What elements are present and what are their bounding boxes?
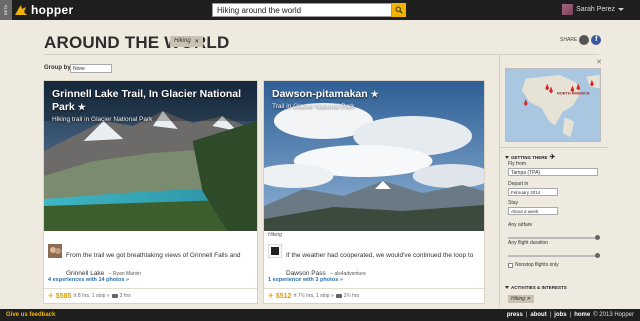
footer-link-home[interactable]: home — [574, 312, 590, 318]
activities-heading: ACTIVITIES & INTERESTS — [511, 285, 567, 290]
top-bar: BETA hopper Sarah Perez — [0, 0, 640, 20]
facebook-share-icon[interactable]: f — [591, 35, 602, 45]
stay-select[interactable]: About a week — [508, 207, 558, 215]
groupby-label: Group by — [44, 65, 71, 71]
plane-icon: ✈ — [48, 293, 54, 300]
car-icon — [111, 294, 118, 298]
avatar — [562, 4, 574, 15]
review-text: From the trail we got breathtaking views… — [66, 252, 241, 277]
activity-tag: Hiking — [268, 232, 282, 238]
chevron-down-icon — [505, 286, 509, 289]
place-photo[interactable]: Dawson-pitamakan ★ Trail in Glacier Nati… — [264, 81, 484, 231]
filter-tag[interactable]: Hiking ✕ — [170, 36, 203, 47]
close-icon[interactable]: ✕ — [596, 58, 602, 66]
star-icon[interactable]: ★ — [78, 102, 86, 112]
star-icon[interactable]: ★ — [371, 89, 379, 99]
filter-tag-label: Hiking — [174, 38, 191, 44]
close-icon[interactable]: ✕ — [526, 296, 530, 302]
reviewer-avatar — [268, 244, 282, 258]
review-snippet: From the trail we got breathtaking views… — [48, 244, 251, 280]
nonstop-label: Nonstop flights only — [515, 262, 559, 268]
travel-info: ✈ $512 rt 7½ hrs, 1 stop » 2¾ hrs — [264, 288, 484, 303]
rabbit-logo-icon — [15, 5, 27, 15]
place-title[interactable]: Dawson-pitamakan ★ Trail in Glacier Nati… — [272, 88, 476, 111]
place-title[interactable]: Grinnell Lake Trail, In Glacier National… — [52, 88, 249, 124]
fly-from-label: Fly from — [508, 161, 527, 167]
experiences-link[interactable]: 1 experience with 3 photos » — [268, 277, 343, 283]
share-label: SHARE — [560, 37, 578, 43]
depart-select[interactable]: February 2014 — [508, 188, 558, 196]
place-title-text: Dawson-pitamakan — [272, 88, 368, 100]
getting-there-section[interactable]: GETTING THERE ✈ — [505, 153, 555, 161]
map[interactable]: NORTH AMERICA — [505, 68, 601, 142]
place-subtitle: Trail in Glacier National Park — [272, 103, 355, 110]
flight-details[interactable]: rt 8 hrs, 1 stop » — [73, 293, 109, 299]
footer-link-press[interactable]: press — [507, 312, 523, 318]
slider-handle[interactable] — [595, 253, 600, 258]
checkbox[interactable] — [508, 262, 513, 268]
drive-time[interactable]: 3 hrs — [120, 293, 131, 299]
plane-icon: ✈ — [549, 154, 556, 161]
review-snippet: If the weather had cooperated, we would'… — [268, 244, 478, 280]
activity-filter-tag[interactable]: Hiking ✕ — [508, 295, 534, 303]
close-icon[interactable]: ✕ — [194, 38, 199, 45]
flight-details[interactable]: rt 7½ hrs, 1 stop » — [293, 293, 333, 299]
reviewer-avatar — [48, 244, 62, 258]
search-input[interactable] — [212, 3, 392, 17]
duration-slider[interactable] — [508, 253, 600, 258]
email-share-icon[interactable] — [579, 35, 590, 45]
share-bar: SHARE f — [560, 35, 602, 45]
footer-link-about[interactable]: about — [530, 312, 546, 318]
footer-link-jobs[interactable]: jobs — [554, 312, 566, 318]
getting-there-heading: GETTING THERE — [511, 154, 548, 160]
car-icon — [335, 294, 342, 298]
place-card[interactable]: Grinnell Lake Trail, In Glacier National… — [43, 80, 258, 304]
groupby-select[interactable]: None — [70, 64, 112, 73]
flight-price[interactable]: $512 — [276, 293, 292, 300]
feedback-link[interactable]: Give us feedback — [6, 312, 55, 318]
search-icon — [395, 6, 403, 14]
drive-time[interactable]: 2¾ hrs — [344, 293, 359, 299]
chevron-down-icon — [505, 155, 509, 159]
chevron-down-icon — [618, 8, 624, 11]
plane-icon: ✈ — [268, 293, 274, 300]
depart-label: Depart in — [508, 181, 529, 187]
world-map-image: NORTH AMERICA — [506, 69, 600, 141]
fly-from-field[interactable]: Tampa (TPA) — [508, 168, 598, 176]
travel-info: ✈ $585 rt 8 hrs, 1 stop » 3 hrs — [44, 288, 257, 303]
hopper-logo[interactable]: hopper — [14, 3, 73, 17]
airfare-label: Any airfare — [508, 222, 533, 228]
review-text: If the weather had cooperated, we would'… — [286, 252, 474, 277]
sidebar-divider — [500, 147, 608, 148]
filter-sidebar: ✕ NORTH AMERICA GETTING THERE ✈ Fly from… — [499, 55, 608, 307]
place-photo[interactable]: Grinnell Lake Trail, In Glacier National… — [44, 81, 257, 231]
airfare-slider[interactable] — [508, 235, 600, 240]
review-body: From the trail we got breathtaking views… — [66, 244, 251, 280]
experiences-link[interactable]: 4 experiences with 14 photos » — [48, 277, 129, 283]
stay-label: Stay — [508, 200, 519, 206]
place-subtitle: Hiking trail in Glacier National Park — [52, 116, 153, 123]
place-card[interactable]: Dawson-pitamakan ★ Trail in Glacier Nati… — [263, 80, 485, 304]
search-button[interactable] — [392, 3, 406, 17]
nonstop-checkbox[interactable]: Nonstop flights only — [508, 262, 559, 268]
activities-section[interactable]: ACTIVITIES & INTERESTS — [505, 285, 567, 290]
copyright: © 2013 Hopper — [593, 312, 634, 318]
flight-price[interactable]: $585 — [56, 293, 72, 300]
user-menu[interactable]: Sarah Perez — [562, 4, 624, 15]
slider-handle[interactable] — [595, 235, 600, 240]
review-body: If the weather had cooperated, we would'… — [286, 244, 478, 280]
beta-badge: BETA — [0, 0, 12, 20]
activity-tag-label: Hiking — [511, 296, 525, 302]
footer-bar: Give us feedback press | about | jobs | hom… — [0, 309, 640, 321]
logo-text: hopper — [31, 3, 74, 17]
duration-label: Any flight duration — [508, 240, 549, 246]
footer-links: press | about | jobs | home © 2013 Hopper — [506, 312, 634, 318]
user-name: Sarah Perez — [576, 6, 615, 13]
